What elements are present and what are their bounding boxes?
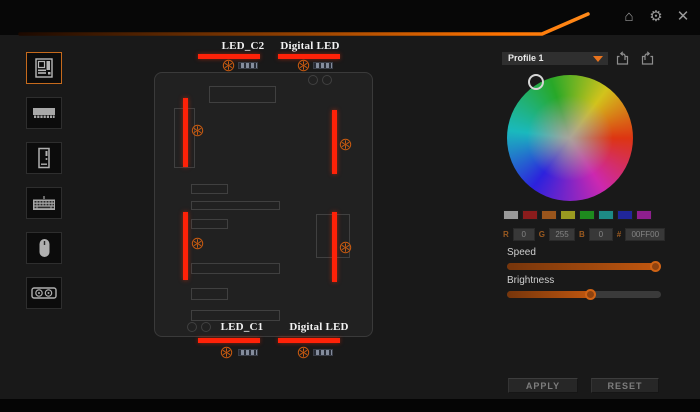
board-slot-outline — [191, 219, 228, 229]
fan-icon[interactable] — [297, 59, 310, 72]
g-value-field[interactable]: 255 — [549, 228, 575, 241]
brightness-slider[interactable] — [507, 291, 661, 298]
board-slot-outline — [191, 310, 280, 321]
connector-label: LED_C1 — [211, 321, 273, 333]
fan-icon[interactable] — [222, 59, 235, 72]
pin-header-icon[interactable] — [238, 349, 258, 356]
pc-case-icon — [37, 147, 51, 169]
led-strip — [183, 98, 188, 167]
led-strip — [183, 212, 188, 280]
r-value-field[interactable]: 0 — [513, 228, 535, 241]
speed-slider-handle[interactable] — [650, 261, 661, 272]
pin-header-icon[interactable] — [313, 349, 333, 356]
led-strip — [332, 110, 337, 174]
gear-icon[interactable]: ⚙ — [647, 8, 665, 26]
swatch-row — [503, 210, 652, 220]
board-hole — [308, 75, 318, 85]
board-slot-outline — [209, 86, 276, 103]
board-hole — [201, 322, 211, 332]
color-swatch[interactable] — [617, 210, 633, 220]
board-hole — [322, 75, 332, 85]
close-icon[interactable]: ✕ — [674, 8, 692, 26]
apply-button[interactable]: APPLY — [508, 378, 578, 393]
fan-icon[interactable] — [297, 346, 310, 359]
sidebar-item-motherboard[interactable] — [26, 52, 62, 84]
connector-label: Digital LED — [288, 321, 350, 333]
chevron-down-icon — [593, 56, 603, 62]
color-wheel[interactable] — [507, 75, 633, 201]
import-profile-button[interactable] — [615, 51, 630, 66]
board-hole — [187, 322, 197, 332]
sidebar-item-pc-case[interactable] — [26, 142, 62, 174]
color-swatch[interactable] — [503, 210, 519, 220]
hex-value-field[interactable]: 00FF00 — [625, 228, 665, 241]
led-strip — [332, 212, 337, 282]
fan-icon[interactable] — [339, 241, 352, 254]
board-slot-outline — [191, 288, 228, 300]
brightness-slider-handle[interactable] — [585, 289, 596, 300]
hex-label: # — [617, 230, 621, 239]
export-profile-button[interactable] — [640, 51, 655, 66]
color-swatch[interactable] — [522, 210, 538, 220]
sidebar-item-mouse[interactable] — [26, 232, 62, 264]
sidebar-item-graphics-card[interactable] — [26, 277, 62, 309]
connector-underline — [198, 338, 260, 343]
titlebar — [0, 0, 700, 35]
bottombar — [0, 399, 700, 412]
sidebar-item-memory[interactable] — [26, 97, 62, 129]
b-value-field[interactable]: 0 — [589, 228, 613, 241]
pin-header-icon[interactable] — [313, 62, 333, 69]
mouse-icon — [38, 238, 51, 258]
rgb-input-row: R 0 G 255 B 0 # 00FF00 — [503, 228, 665, 241]
app-window: ⌂ ⚙ ✕ — [0, 0, 700, 412]
color-swatch[interactable] — [636, 210, 652, 220]
color-swatch[interactable] — [541, 210, 557, 220]
connector-label: LED_C2 — [212, 40, 274, 52]
board-slot-outline — [191, 263, 280, 274]
motherboard-icon — [33, 57, 55, 79]
ram-icon — [32, 106, 56, 120]
keyboard-icon — [32, 195, 56, 211]
color-picker-handle[interactable] — [528, 74, 544, 90]
home-icon[interactable]: ⌂ — [620, 8, 638, 26]
color-swatch[interactable] — [560, 210, 576, 220]
reset-button[interactable]: RESET — [591, 378, 659, 393]
fan-icon[interactable] — [191, 237, 204, 250]
speed-label: Speed — [507, 247, 536, 258]
profile-select[interactable]: Profile 1 — [502, 52, 608, 65]
fan-icon[interactable] — [191, 124, 204, 137]
board-slot-outline — [191, 184, 228, 194]
pin-header-icon[interactable] — [238, 62, 258, 69]
speed-slider[interactable] — [507, 263, 661, 270]
color-swatch[interactable] — [579, 210, 595, 220]
r-label: R — [503, 230, 509, 239]
fan-icon[interactable] — [220, 346, 233, 359]
b-label: B — [579, 230, 585, 239]
sidebar-item-keyboard[interactable] — [26, 187, 62, 219]
color-swatch[interactable] — [598, 210, 614, 220]
board-slot-outline — [191, 201, 280, 210]
connector-underline — [278, 338, 340, 343]
fan-icon[interactable] — [339, 138, 352, 151]
profile-select-value: Profile 1 — [508, 53, 544, 63]
brightness-label: Brightness — [507, 275, 554, 286]
window-controls: ⌂ ⚙ ✕ — [620, 8, 692, 26]
g-label: G — [539, 230, 545, 239]
connector-label: Digital LED — [279, 40, 341, 52]
gpu-icon — [31, 286, 57, 300]
speed-slider-fill — [507, 263, 658, 270]
brightness-slider-fill — [507, 291, 593, 298]
